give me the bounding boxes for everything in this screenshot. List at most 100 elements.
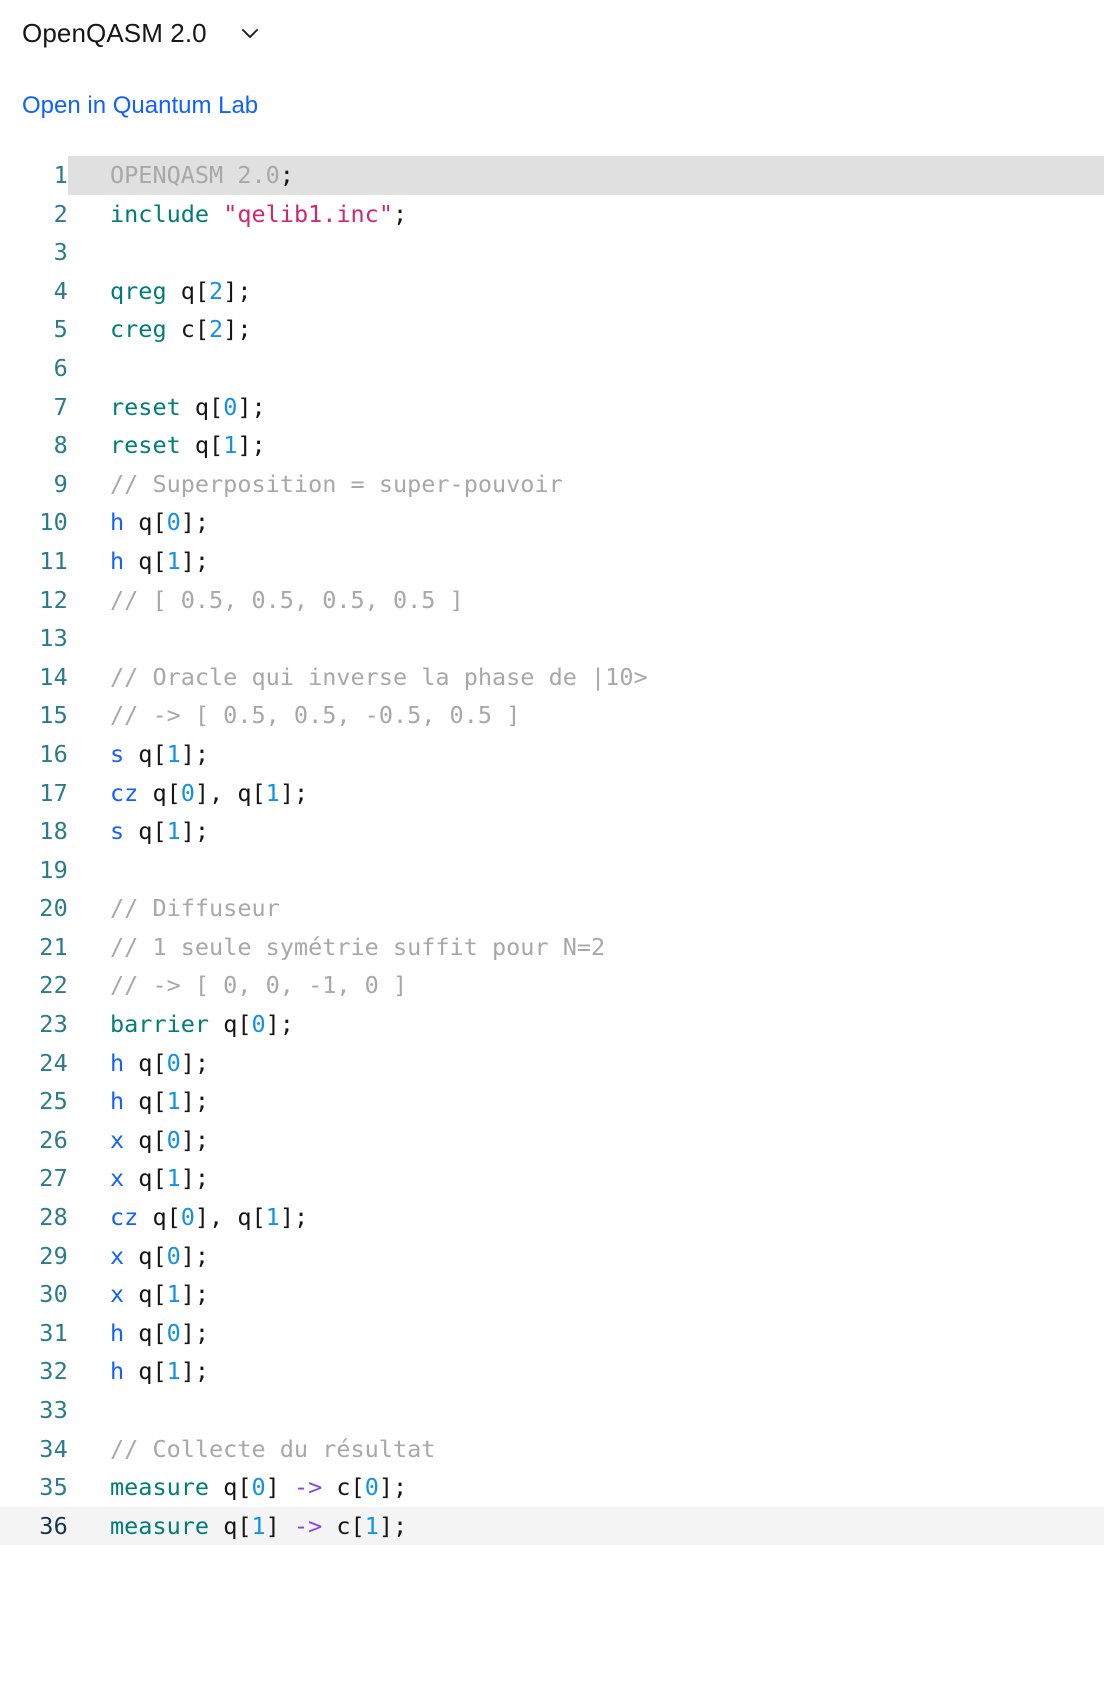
code-token-num: 1 — [166, 739, 181, 768]
code-line[interactable]: 20 // Diffuseur — [0, 889, 1104, 928]
code-token-kw: include — [110, 199, 210, 228]
code-line[interactable]: 31 h q[0]; — [0, 1314, 1104, 1353]
code-token-plain: ] — [265, 1473, 294, 1502]
code-line-text[interactable]: // Oracle qui inverse la phase de |10> — [68, 658, 1104, 697]
code-token-str: "qelib1.inc" — [223, 199, 393, 228]
code-line-text[interactable] — [68, 619, 1104, 658]
line-number: 13 — [39, 624, 68, 653]
code-line[interactable]: 4 qreg q[2]; — [0, 272, 1104, 311]
code-line[interactable]: 7 reset q[0]; — [0, 388, 1104, 427]
code-line[interactable]: 33 — [0, 1391, 1104, 1430]
code-line[interactable]: 21 // 1 seule symétrie suffit pour N=2 — [0, 928, 1104, 967]
code-line[interactable]: 14 // Oracle qui inverse la phase de |10> — [0, 658, 1104, 697]
line-number: 7 — [53, 392, 68, 421]
code-token-num: 1 — [166, 1087, 181, 1116]
code-line-text[interactable]: s q[1]; — [68, 812, 1104, 851]
code-line[interactable]: 2 include "qelib1.inc"; — [0, 195, 1104, 234]
code-line-text[interactable]: x q[0]; — [68, 1237, 1104, 1276]
code-line-text[interactable] — [68, 1391, 1104, 1430]
code-line[interactable]: 24 h q[0]; — [0, 1044, 1104, 1083]
code-line[interactable]: 36 measure q[1] -> c[1]; — [0, 1506, 1104, 1546]
code-token-plain: q[ — [124, 817, 167, 846]
code-line[interactable]: 22 // -> [ 0, 0, -1, 0 ] — [0, 966, 1104, 1005]
code-token-plain: ]; — [180, 817, 210, 846]
code-line-text[interactable] — [68, 349, 1104, 388]
code-line-text[interactable]: qreg q[2]; — [68, 272, 1104, 311]
code-line-text[interactable]: cz q[0], q[1]; — [68, 1198, 1104, 1237]
code-line-text[interactable]: include "qelib1.inc"; — [68, 195, 1104, 234]
line-number: 14 — [39, 662, 68, 691]
code-line-text[interactable]: h q[0]; — [68, 503, 1104, 542]
code-line[interactable]: 13 — [0, 619, 1104, 658]
code-line[interactable]: 29 x q[0]; — [0, 1237, 1104, 1276]
code-line-text[interactable]: reset q[1]; — [68, 426, 1104, 465]
code-line[interactable]: 16 s q[1]; — [0, 735, 1104, 774]
code-line-text[interactable]: h q[1]; — [68, 1352, 1104, 1391]
code-line[interactable]: 35 measure q[0] -> c[0]; — [0, 1468, 1104, 1507]
code-token-plain: ]; — [180, 1087, 210, 1116]
code-token-gate: x — [110, 1280, 125, 1309]
code-line-text[interactable]: h q[1]; — [68, 1082, 1104, 1121]
code-line[interactable]: 34 // Collecte du résultat — [0, 1430, 1104, 1469]
code-line[interactable]: 9 // Superposition = super-pouvoir — [0, 465, 1104, 504]
code-line-text[interactable]: // Collecte du résultat — [68, 1430, 1104, 1469]
code-line[interactable]: 25 h q[1]; — [0, 1082, 1104, 1121]
code-line[interactable]: 27 x q[1]; — [0, 1159, 1104, 1198]
code-line-text[interactable] — [68, 233, 1104, 272]
code-token-plain: ]; — [223, 276, 252, 305]
code-line[interactable]: 12 // [ 0.5, 0.5, 0.5, 0.5 ] — [0, 581, 1104, 620]
code-line-text[interactable]: h q[0]; — [68, 1314, 1104, 1353]
code-line-text[interactable]: x q[1]; — [68, 1159, 1104, 1198]
code-token-num: 0 — [251, 1010, 266, 1039]
code-line-text[interactable]: x q[0]; — [68, 1121, 1104, 1160]
code-line-text[interactable] — [68, 851, 1104, 890]
line-number: 33 — [39, 1396, 68, 1424]
code-line[interactable]: 5 creg c[2]; — [0, 310, 1104, 349]
code-line-text[interactable]: // [ 0.5, 0.5, 0.5, 0.5 ] — [68, 581, 1104, 620]
code-line[interactable]: 15 // -> [ 0.5, 0.5, -0.5, 0.5 ] — [0, 696, 1104, 735]
open-in-quantum-lab-link[interactable]: Open in Quantum Lab — [22, 92, 258, 119]
code-token-comment: // 1 seule symétrie suffit pour N=2 — [110, 932, 606, 961]
code-line-text[interactable]: barrier q[0]; — [68, 1005, 1104, 1044]
code-line-text[interactable]: reset q[0]; — [68, 388, 1104, 427]
code-editor[interactable]: 1 OPENQASM 2.0; 2 include "qelib1.inc"; 3 4q… — [0, 156, 1104, 1546]
code-line[interactable]: 17 cz q[0], q[1]; — [0, 774, 1104, 813]
code-line-text[interactable]: measure q[0] -> c[0]; — [68, 1468, 1104, 1507]
code-line-text[interactable]: h q[1]; — [68, 542, 1104, 581]
line-number: 4 — [53, 276, 68, 305]
code-token-num: 1 — [251, 1511, 266, 1540]
code-line-text[interactable]: creg c[2]; — [68, 310, 1104, 349]
code-line-text[interactable]: // -> [ 0, 0, -1, 0 ] — [68, 966, 1104, 1005]
code-line[interactable]: 26 x q[0]; — [0, 1121, 1104, 1160]
code-line[interactable]: 18 s q[1]; — [0, 812, 1104, 851]
code-line-text[interactable]: // Diffuseur — [68, 889, 1104, 928]
code-line-text[interactable]: // Superposition = super-pouvoir — [68, 465, 1104, 504]
code-line[interactable]: 23 barrier q[0]; — [0, 1005, 1104, 1044]
code-line[interactable]: 28 cz q[0], q[1]; — [0, 1198, 1104, 1237]
code-token-gate: x — [110, 1125, 125, 1154]
code-line[interactable]: 32 h q[1]; — [0, 1352, 1104, 1391]
code-line[interactable]: 19 — [0, 851, 1104, 890]
code-line-text[interactable]: measure q[1] -> c[1]; — [68, 1507, 1104, 1546]
code-line[interactable]: 6 — [0, 349, 1104, 388]
code-line-text[interactable]: // -> [ 0.5, 0.5, -0.5, 0.5 ] — [68, 696, 1104, 735]
code-line[interactable]: 10 h q[0]; — [0, 503, 1104, 542]
code-token-plain: ]; — [279, 1203, 309, 1232]
code-token-comment: // Diffuseur — [110, 894, 280, 923]
code-line-text[interactable]: x q[1]; — [68, 1275, 1104, 1314]
code-token-comment: // Oracle qui inverse la phase de |10> — [110, 662, 648, 691]
code-line-text[interactable]: cz q[0], q[1]; — [68, 774, 1104, 813]
chevron-down-icon[interactable] — [237, 20, 263, 46]
code-line[interactable]: 11 h q[1]; — [0, 542, 1104, 581]
line-number: 19 — [39, 855, 68, 884]
code-line[interactable]: 30 x q[1]; — [0, 1275, 1104, 1314]
code-line-text[interactable]: s q[1]; — [68, 735, 1104, 774]
code-line-text[interactable]: // 1 seule symétrie suffit pour N=2 — [68, 928, 1104, 967]
line-number: 34 — [39, 1434, 68, 1463]
code-line[interactable]: 8 reset q[1]; — [0, 426, 1104, 465]
code-line-text[interactable]: h q[0]; — [68, 1044, 1104, 1083]
code-line-text[interactable]: OPENQASM 2.0; — [68, 156, 1104, 195]
code-line[interactable]: 1 OPENQASM 2.0; — [0, 156, 1104, 195]
code-line[interactable]: 3 — [0, 233, 1104, 272]
code-token-kw: reset — [110, 431, 181, 460]
